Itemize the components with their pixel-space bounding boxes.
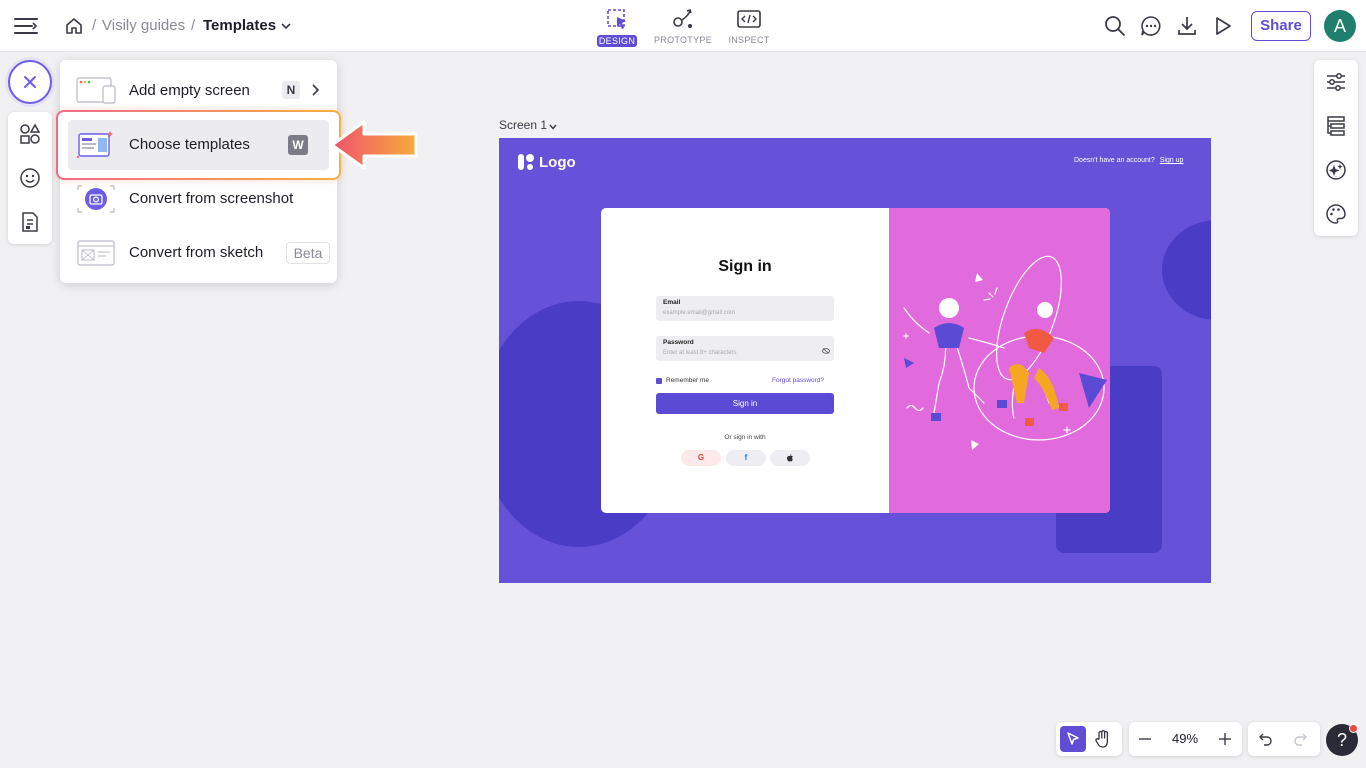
breadcrumb-current[interactable]: Templates: [203, 17, 276, 35]
prototype-icon: [673, 8, 692, 28]
close-icon: [24, 76, 36, 88]
hamburger-menu-icon[interactable]: [12, 12, 40, 40]
sketch-icon: [76, 238, 115, 268]
download-icon[interactable]: [1175, 14, 1199, 38]
signup-link[interactable]: Sign up: [1160, 157, 1184, 164]
cursor-icon: [1067, 732, 1079, 745]
email-label: Email: [663, 299, 681, 306]
menu-item-convert-screenshot[interactable]: Convert from screenshot: [68, 176, 329, 222]
menu-item-highlight: Choose templates W: [68, 120, 329, 170]
left-toolbar: [8, 112, 52, 244]
sliders-icon[interactable]: [1325, 71, 1347, 93]
menu-item-label: Add empty screen: [129, 82, 250, 99]
password-field[interactable]: Password Enter at least 8+ characters: [656, 336, 834, 361]
breadcrumb-parent[interactable]: Visily guides: [102, 17, 185, 35]
arrow-pointer-icon: [328, 118, 420, 174]
apple-icon: [787, 454, 793, 462]
emoji-icon[interactable]: [19, 167, 41, 189]
signup-prompt: Doesn't have an account? Sign up: [1074, 157, 1183, 164]
layers-icon[interactable]: [1325, 115, 1347, 137]
menu-item-label: Choose templates: [129, 136, 250, 153]
signin-card: Sign in Email example.email@gmail.com Pa…: [601, 208, 1110, 513]
google-button[interactable]: G: [681, 450, 721, 466]
tab-prototype-label: PROTOTYPE: [653, 35, 713, 45]
home-icon[interactable]: [64, 16, 84, 36]
frame-label[interactable]: Screen 1: [499, 118, 547, 132]
top-bar: / Visily guides / Templates DESIGN PROTO…: [0, 0, 1366, 52]
menu-item-convert-sketch[interactable]: Convert from sketch Beta: [68, 230, 330, 276]
decor-circle: [1162, 220, 1211, 320]
right-toolbar: [1314, 60, 1358, 236]
zoom-out-icon[interactable]: [1137, 731, 1153, 747]
chevron-down-icon[interactable]: [280, 20, 292, 32]
shortcut-key: W: [288, 135, 308, 155]
password-placeholder: Enter at least 8+ characters: [663, 350, 737, 356]
shortcut-key: N: [282, 81, 300, 99]
zoom-level[interactable]: 49%: [1169, 731, 1201, 746]
forgot-password-link[interactable]: Forgot password?: [772, 377, 824, 384]
notification-dot: [1349, 724, 1358, 733]
or-signin-text: Or sign in with: [724, 434, 766, 441]
search-icon[interactable]: [1103, 14, 1127, 38]
facebook-button[interactable]: f: [726, 450, 766, 466]
signin-button[interactable]: Sign in: [656, 393, 834, 414]
undo-icon[interactable]: [1257, 731, 1273, 747]
camera-icon: [76, 184, 115, 214]
chevron-down-icon[interactable]: [548, 122, 558, 132]
breadcrumb-separator: /: [191, 17, 196, 34]
signin-title: Sign in: [718, 258, 772, 275]
tab-inspect[interactable]: INSPECT: [718, 6, 780, 48]
signin-illustration: [889, 208, 1110, 513]
eye-off-icon[interactable]: [822, 348, 830, 354]
avatar[interactable]: A: [1324, 10, 1356, 42]
chevron-right-icon[interactable]: [308, 83, 322, 97]
close-insert-menu-button[interactable]: [8, 60, 52, 104]
tab-design-label: DESIGN: [597, 35, 637, 47]
menu-item-label: Convert from sketch: [129, 244, 264, 261]
password-label: Password: [663, 339, 694, 346]
menu-item-choose-templates[interactable]: Choose templates W: [56, 110, 341, 180]
menu-item-label: Convert from screenshot: [129, 190, 294, 207]
artboard-screen-1[interactable]: Logo Doesn't have an account? Sign up Si…: [499, 138, 1211, 583]
hand-tool-icon[interactable]: [1092, 728, 1114, 750]
redo-icon[interactable]: [1293, 731, 1309, 747]
email-field[interactable]: Email example.email@gmail.com: [656, 296, 834, 321]
tab-inspect-label: INSPECT: [728, 35, 770, 45]
empty-screen-icon: [76, 76, 116, 106]
logo-icon: [518, 154, 534, 170]
menu-item-add-empty-screen[interactable]: Add empty screen N: [68, 68, 329, 114]
checkbox-icon: [656, 377, 662, 384]
tab-prototype[interactable]: PROTOTYPE: [652, 6, 714, 48]
screen-logo: Logo: [517, 152, 576, 172]
palette-icon[interactable]: [1325, 203, 1347, 225]
code-icon: [737, 10, 761, 28]
zoom-in-icon[interactable]: [1217, 731, 1233, 747]
no-account-text: Doesn't have an account?: [1074, 157, 1155, 164]
zoom-control: 49%: [1129, 722, 1242, 756]
email-placeholder: example.email@gmail.com: [663, 310, 736, 316]
design-icon: [607, 9, 626, 29]
comment-icon[interactable]: [1139, 14, 1163, 38]
templates-icon: [76, 129, 114, 161]
remember-me-checkbox[interactable]: Remember me: [656, 377, 709, 384]
beta-badge: Beta: [286, 242, 330, 264]
select-tool-button[interactable]: [1060, 726, 1086, 752]
apple-button[interactable]: [770, 450, 810, 466]
share-button[interactable]: Share: [1251, 11, 1311, 41]
play-icon[interactable]: [1211, 14, 1235, 38]
remember-label: Remember me: [666, 377, 709, 384]
tool-switcher: [1056, 722, 1122, 756]
ai-assistant-icon[interactable]: [1325, 159, 1347, 181]
breadcrumb-separator: /: [92, 17, 97, 34]
history-control: [1248, 722, 1320, 756]
document-icon[interactable]: [19, 211, 41, 233]
logo-text: Logo: [539, 153, 576, 171]
tab-design[interactable]: DESIGN: [586, 6, 648, 48]
components-icon[interactable]: [19, 123, 41, 145]
